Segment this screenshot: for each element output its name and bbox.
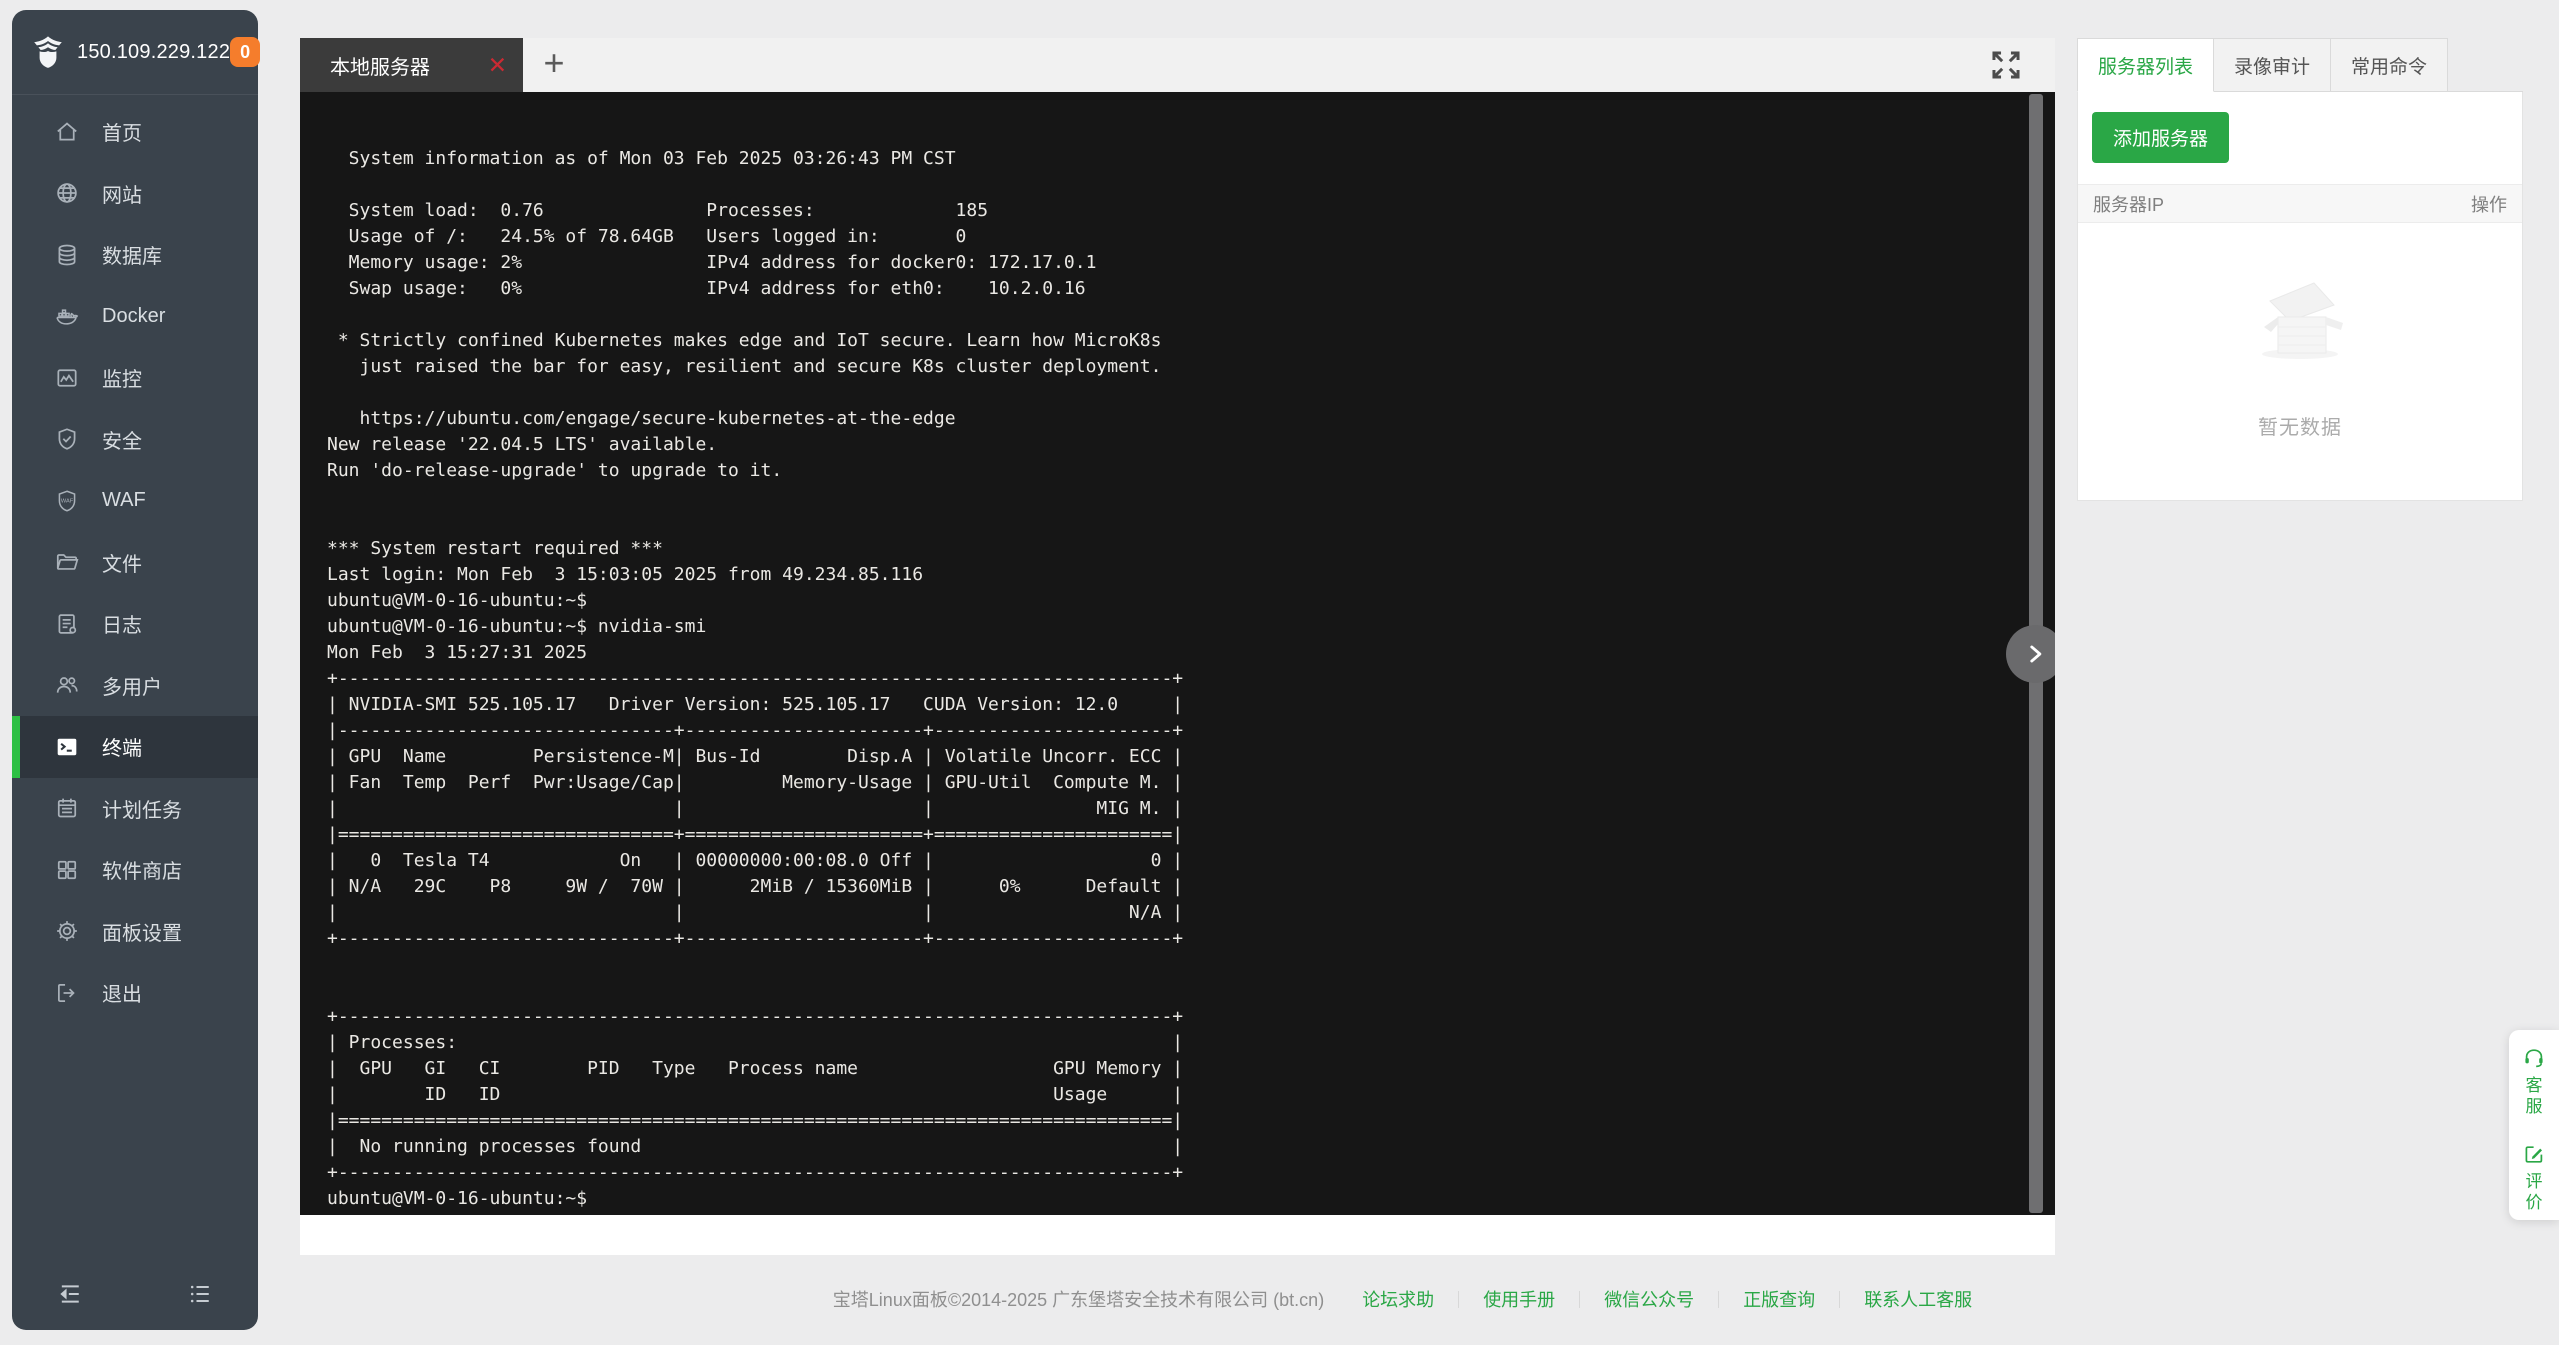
footer-divider [1579, 1290, 1581, 1308]
sidebar-item-settings[interactable]: 面板设置 [12, 901, 258, 963]
footer-link-wechat[interactable]: 微信公众号 [1604, 1286, 1694, 1312]
terminal-tab-label: 本地服务器 [330, 56, 430, 79]
sidebar-item-website[interactable]: 网站 [12, 163, 258, 225]
sidebar-item-appstore[interactable]: 软件商店 [12, 839, 258, 901]
server-panel: 服务器列表 录像审计 常用命令 添加服务器 服务器IP 操作 暂无数据 [2077, 38, 2523, 501]
tab-common-commands[interactable]: 常用命令 [2331, 38, 2449, 92]
terminal-card: 本地服务器 ✕ + System information as of Mon 0… [300, 38, 2055, 1255]
tab-server-list[interactable]: 服务器列表 [2077, 38, 2215, 92]
empty-box-icon [2244, 275, 2356, 361]
sidebar-item-label: 首页 [102, 123, 142, 146]
docker-icon [54, 303, 80, 329]
sidebar-item-label: 监控 [102, 369, 142, 392]
sidebar-item-files[interactable]: 文件 [12, 532, 258, 594]
empty-state: 暂无数据 [2078, 223, 2522, 440]
globe-icon [54, 180, 80, 206]
server-panel-tabs: 服务器列表 录像审计 常用命令 [2077, 38, 2523, 92]
shield-check-icon [54, 426, 80, 452]
headset-icon [2522, 1046, 2546, 1070]
sidebar-menu: 首页 网站 数据库 Docker 监控 安全 WAF WAF 文件 日志 多用户… [12, 95, 258, 1024]
footer-link-manual[interactable]: 使用手册 [1483, 1286, 1555, 1312]
sidebar-item-cron[interactable]: 计划任务 [12, 778, 258, 840]
sidebar-item-label: 计划任务 [102, 799, 182, 822]
footer-link-contact-support[interactable]: 联系人工客服 [1864, 1286, 1972, 1312]
feedback-label: 评价 [2525, 1172, 2543, 1212]
page-footer: 宝塔Linux面板©2014-2025 广东堡塔安全技术有限公司 (bt.cn)… [258, 1286, 2559, 1312]
sidebar-item-label: 多用户 [102, 676, 162, 699]
calendar-icon [54, 795, 80, 821]
sidebar-item-label: WAF [102, 489, 146, 512]
terminal-icon [54, 734, 80, 760]
sidebar-item-waf[interactable]: WAF WAF [12, 470, 258, 532]
customer-service-label: 客服 [2525, 1076, 2543, 1116]
sidebar-item-terminal[interactable]: 终端 [12, 716, 258, 778]
sidebar-footer [12, 1280, 258, 1308]
sidebar-item-label: 安全 [102, 430, 142, 453]
sidebar-item-multiuser[interactable]: 多用户 [12, 655, 258, 717]
users-icon [54, 672, 80, 698]
sidebar-item-label: 日志 [102, 615, 142, 638]
copyright-text: 宝塔Linux面板©2014-2025 广东堡塔安全技术有限公司 (bt.cn) [832, 1290, 1325, 1310]
tabbar-filler [2448, 38, 2523, 92]
fullscreen-icon[interactable] [1989, 48, 2023, 82]
sidebar-item-home[interactable]: 首页 [12, 101, 258, 163]
expand-panel-button[interactable] [2006, 625, 2055, 683]
floating-support-widget: 客服 评价 [2509, 1030, 2559, 1220]
menu-list-icon[interactable] [186, 1280, 214, 1308]
sidebar-item-security[interactable]: 安全 [12, 409, 258, 471]
server-table-header: 服务器IP 操作 [2078, 184, 2522, 223]
sidebar-item-logout[interactable]: 退出 [12, 962, 258, 1024]
tab-recording-audit[interactable]: 录像审计 [2214, 38, 2332, 92]
add-server-button[interactable]: 添加服务器 [2092, 112, 2230, 163]
terminal-tabbar: 本地服务器 ✕ + [300, 38, 2055, 92]
column-action: 操作 [2471, 194, 2507, 215]
sidebar-item-monitor[interactable]: 监控 [12, 347, 258, 409]
collapse-sidebar-icon[interactable] [56, 1280, 84, 1308]
sidebar-item-docker[interactable]: Docker [12, 286, 258, 348]
footer-divider [1839, 1290, 1841, 1308]
close-tab-icon[interactable]: ✕ [488, 53, 507, 77]
add-terminal-tab-button[interactable]: + [523, 38, 585, 92]
home-icon [54, 119, 80, 145]
sidebar-item-label: Docker [102, 304, 166, 327]
svg-text:WAF: WAF [61, 498, 74, 504]
sidebar-item-label: 数据库 [102, 246, 162, 269]
sidebar-item-label: 终端 [102, 738, 142, 761]
folder-icon [54, 549, 80, 575]
gear-icon [54, 918, 80, 944]
terminal-screen[interactable]: System information as of Mon 03 Feb 2025… [300, 92, 2055, 1215]
bt-logo-icon [30, 34, 66, 70]
customer-service-button[interactable]: 客服 [2522, 1046, 2546, 1117]
edit-feedback-icon [2522, 1142, 2546, 1166]
server-ip-label: 150.109.229.122 [77, 40, 231, 63]
log-file-icon [54, 611, 80, 637]
sidebar-item-label: 网站 [102, 184, 142, 207]
appstore-icon [54, 857, 80, 883]
waf-shield-icon: WAF [54, 488, 80, 514]
sidebar-item-label: 软件商店 [102, 861, 182, 884]
logout-icon [54, 980, 80, 1006]
terminal-output: System information as of Mon 03 Feb 2025… [327, 148, 1184, 1209]
monitor-icon [54, 365, 80, 391]
message-count-badge[interactable]: 0 [230, 37, 261, 67]
database-icon [54, 242, 80, 268]
footer-divider [1718, 1290, 1720, 1308]
empty-state-text: 暂无数据 [2258, 417, 2342, 439]
column-server-ip: 服务器IP [2093, 194, 2165, 215]
sidebar-item-logs[interactable]: 日志 [12, 593, 258, 655]
feedback-button[interactable]: 评价 [2522, 1142, 2546, 1213]
sidebar-item-label: 退出 [102, 984, 142, 1007]
sidebar: 150.109.229.122 0 首页 网站 数据库 Docker 监控 安全… [12, 10, 261, 1330]
sidebar-item-label: 面板设置 [102, 922, 182, 945]
sidebar-header: 150.109.229.122 0 [12, 10, 261, 95]
sidebar-item-database[interactable]: 数据库 [12, 224, 258, 286]
terminal-tab-local-server[interactable]: 本地服务器 ✕ [300, 38, 523, 92]
sidebar-item-label: 文件 [102, 553, 142, 576]
footer-link-genuine-check[interactable]: 正版查询 [1743, 1286, 1815, 1312]
server-list-body: 添加服务器 服务器IP 操作 暂无数据 [2077, 92, 2523, 501]
footer-link-forum[interactable]: 论坛求助 [1362, 1286, 1434, 1312]
footer-divider [1458, 1290, 1460, 1308]
